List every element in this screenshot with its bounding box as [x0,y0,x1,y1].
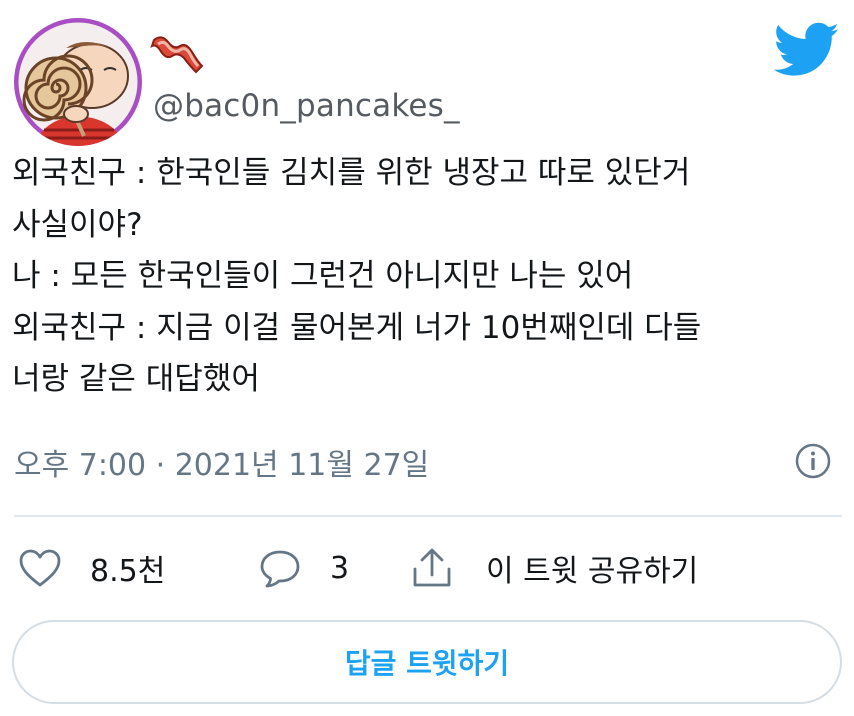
author-handle[interactable]: @bac0n_pancakes_ [153,88,460,124]
divider [14,515,842,517]
tweet-line: 너랑 같은 대답했어 [12,361,260,397]
tweet-line: 외국친구 : 지금 이걸 물어본게 너가 10번째인데 다들 [12,309,702,346]
reply-count: 3 [330,550,350,586]
author-avatar[interactable] [14,18,142,146]
twitter-bird-icon[interactable] [774,22,840,78]
info-circle-icon[interactable] [794,442,832,480]
reply-tweet-button[interactable]: 답글 트윗하기 [12,620,842,704]
tweet-body: 외국친구 : 한국인들 김치를 위한 냉장고 따로 있단거 사실이야? 나 : … [12,148,842,406]
share-tweet-button[interactable]: 이 트윗 공유하기 [410,545,698,591]
share-upload-icon [413,548,451,587]
speech-bubble-icon [260,550,300,588]
tweet-line: 사실이야? [12,206,143,243]
share-label: 이 트윗 공유하기 [486,554,699,589]
like-count: 8.5천 [90,554,166,589]
tweet-line: 외국친구 : 한국인들 김치를 위한 냉장고 따로 있단거 [12,155,691,191]
reply-tweet-label: 답글 트윗하기 [344,647,510,680]
character-eating-lollipop-avatar [14,18,142,146]
reply-count-button[interactable]: 3 [258,545,349,591]
heart-icon [19,549,61,587]
tweet-timestamp[interactable]: 오후 7:00 · 2021년 11월 27일 [14,440,429,484]
tweet-line: 나 : 모든 한국인들이 그런건 아니지만 나는 있어 [12,258,634,294]
bacon-emoji-icon [150,36,204,74]
like-button[interactable]: 8.5천 [18,545,165,591]
